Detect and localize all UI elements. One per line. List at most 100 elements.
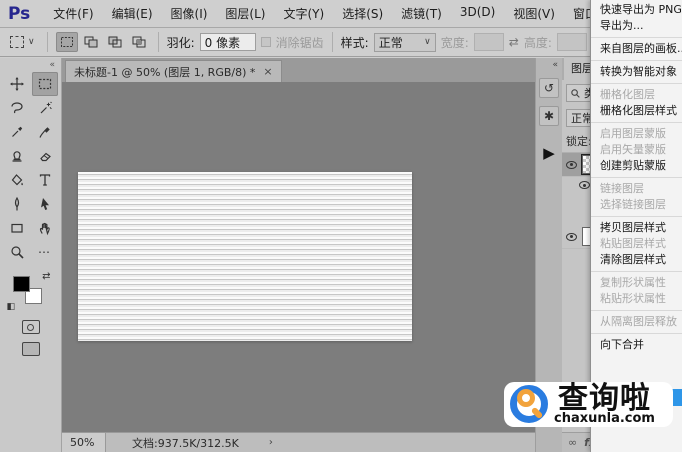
visibility-eye-icon[interactable]: [579, 181, 590, 189]
menu-item[interactable]: 3D(D): [451, 5, 504, 22]
clone-stamp-tool-icon: [9, 148, 25, 164]
context-menu-item[interactable]: 导出为...: [591, 18, 682, 34]
menu-bar: Ps 文件(F)编辑(E)图像(I)图层(L)文字(Y)选择(S)滤镜(T)3D…: [0, 0, 682, 28]
selection-mode-buttons: [56, 32, 150, 52]
feather-input[interactable]: 0 像素: [200, 33, 256, 51]
collapse-toolbar-icon[interactable]: «: [49, 60, 55, 70]
style-value: 正常: [379, 34, 403, 51]
zoom-tool-button[interactable]: [4, 240, 30, 264]
chevron-down-icon: ∨: [28, 37, 35, 47]
visibility-eye-icon[interactable]: [566, 233, 577, 241]
subtract-selection-button[interactable]: [104, 32, 126, 52]
menu-item[interactable]: 选择(S): [333, 5, 392, 22]
context-menu-item[interactable]: 快速导出为 PNG: [591, 2, 682, 18]
divider: [47, 32, 48, 52]
context-menu-item[interactable]: 拷贝图层样式: [591, 220, 682, 236]
clone-stamp-tool-button[interactable]: [4, 144, 30, 168]
intersect-selection-button[interactable]: [128, 32, 150, 52]
context-menu-item[interactable]: 来自图层的画板...: [591, 41, 682, 57]
menu-separator: [591, 37, 682, 38]
context-menu-item: 复制形状属性: [591, 275, 682, 291]
hand-tool-button[interactable]: [32, 216, 58, 240]
style-select[interactable]: 正常 ∨: [374, 33, 436, 52]
striped-layer-content[interactable]: [78, 172, 412, 341]
menu-item[interactable]: 图层(L): [216, 5, 274, 22]
menu-item[interactable]: 编辑(E): [103, 5, 162, 22]
properties-panel-icon[interactable]: ✱: [539, 106, 559, 126]
marquee-tool-button[interactable]: [32, 72, 58, 96]
status-arrow-icon[interactable]: ›: [269, 437, 273, 448]
context-menu-item: 链接图层: [591, 181, 682, 197]
visibility-eye-icon[interactable]: [566, 161, 577, 169]
menu-separator: [591, 177, 682, 178]
more-tools-icon: ⋯: [38, 245, 51, 259]
divider: [158, 32, 159, 52]
search-icon: [570, 88, 581, 99]
lasso-tool-button[interactable]: [4, 96, 30, 120]
context-menu-item: 启用矢量蒙版: [591, 142, 682, 158]
menu-item[interactable]: 视图(V): [504, 5, 564, 22]
shape-tool-icon: [9, 220, 25, 236]
context-menu-item: 从隔离图层释放: [591, 314, 682, 330]
document-tab-bar: 未标题-1 @ 50% (图层 1, RGB/8) * ×: [62, 58, 535, 82]
antialias-checkbox: [261, 37, 271, 47]
foreground-color-swatch[interactable]: [13, 276, 30, 292]
style-label: 样式:: [341, 34, 369, 51]
context-menu-item[interactable]: 向下合并: [591, 337, 682, 353]
pen-tool-button[interactable]: [4, 192, 30, 216]
paint-bucket-tool-button[interactable]: [4, 168, 30, 192]
lock-label: 锁定:: [566, 133, 592, 149]
zoom-level-field[interactable]: 50%: [62, 433, 106, 452]
hand-tool-icon: [37, 220, 53, 236]
magic-wand-tool-icon: [37, 100, 53, 116]
watermark-badge: 查询啦 chaxunla.com: [504, 382, 673, 427]
menu-item[interactable]: 图像(I): [162, 5, 217, 22]
tool-preset-dropdown[interactable]: ∨: [6, 34, 39, 50]
menu-item[interactable]: 文件(F): [44, 5, 102, 22]
brush-tool-button[interactable]: [32, 120, 58, 144]
path-select-tool-button[interactable]: [32, 192, 58, 216]
context-menu-item[interactable]: 转换为智能对象: [591, 64, 682, 80]
context-menu-item[interactable]: 栅格化图层样式: [591, 103, 682, 119]
dock-icons: ↺✱: [539, 70, 559, 126]
move-tool-button[interactable]: [4, 72, 30, 96]
swap-dimensions-icon: ⇄: [509, 35, 519, 49]
new-selection-button[interactable]: [56, 32, 78, 52]
tool-options-bar: ∨ 羽化: 0 像素 消除锯齿 样式: 正常 ∨ 宽度: ⇄ 高度:: [0, 28, 682, 57]
add-selection-button[interactable]: [80, 32, 102, 52]
context-menu-item[interactable]: 清除图层样式: [591, 252, 682, 268]
context-menu-item: 栅格化图层: [591, 87, 682, 103]
menu-separator: [591, 333, 682, 334]
menu-separator: [591, 310, 682, 311]
menu-item[interactable]: 滤镜(T): [392, 5, 451, 22]
shape-tool-button[interactable]: [4, 216, 30, 240]
default-colors-icon[interactable]: ◧: [7, 302, 16, 312]
work-area: 未标题-1 @ 50% (图层 1, RGB/8) * × 50% 文档:937…: [62, 58, 535, 452]
screen-mode-button[interactable]: [22, 342, 40, 356]
eyedropper-tool-button[interactable]: [4, 120, 30, 144]
history-panel-icon[interactable]: ↺: [539, 78, 559, 98]
close-icon[interactable]: ×: [263, 65, 272, 78]
marquee-preset-icon: [10, 36, 24, 48]
canvas-area[interactable]: [62, 82, 535, 432]
context-menu-item: 启用图层蒙版: [591, 126, 682, 142]
type-tool-button[interactable]: [32, 168, 58, 192]
collapse-dock-icon[interactable]: «: [552, 60, 558, 70]
link-icon[interactable]: ∞: [568, 436, 577, 449]
zoom-tool-icon: [9, 244, 25, 260]
more-tools-button[interactable]: ⋯: [32, 240, 58, 264]
chevron-down-icon: ∨: [424, 37, 431, 47]
swap-colors-icon[interactable]: ⇄: [42, 271, 50, 282]
menu-separator: [591, 271, 682, 272]
eraser-tool-icon: [37, 148, 53, 164]
magic-wand-tool-button[interactable]: [32, 96, 58, 120]
chaxunla-logo-icon: [508, 383, 552, 427]
document-tab-title: 未标题-1 @ 50% (图层 1, RGB/8) *: [74, 64, 255, 80]
context-menu-item[interactable]: 创建剪贴蒙版: [591, 158, 682, 174]
eraser-tool-button[interactable]: [32, 144, 58, 168]
play-icon[interactable]: ▶: [543, 144, 555, 162]
lasso-tool-icon: [9, 100, 25, 116]
quick-mask-button[interactable]: [22, 320, 40, 334]
menu-item[interactable]: 文字(Y): [274, 5, 333, 22]
document-tab[interactable]: 未标题-1 @ 50% (图层 1, RGB/8) * ×: [65, 60, 282, 82]
